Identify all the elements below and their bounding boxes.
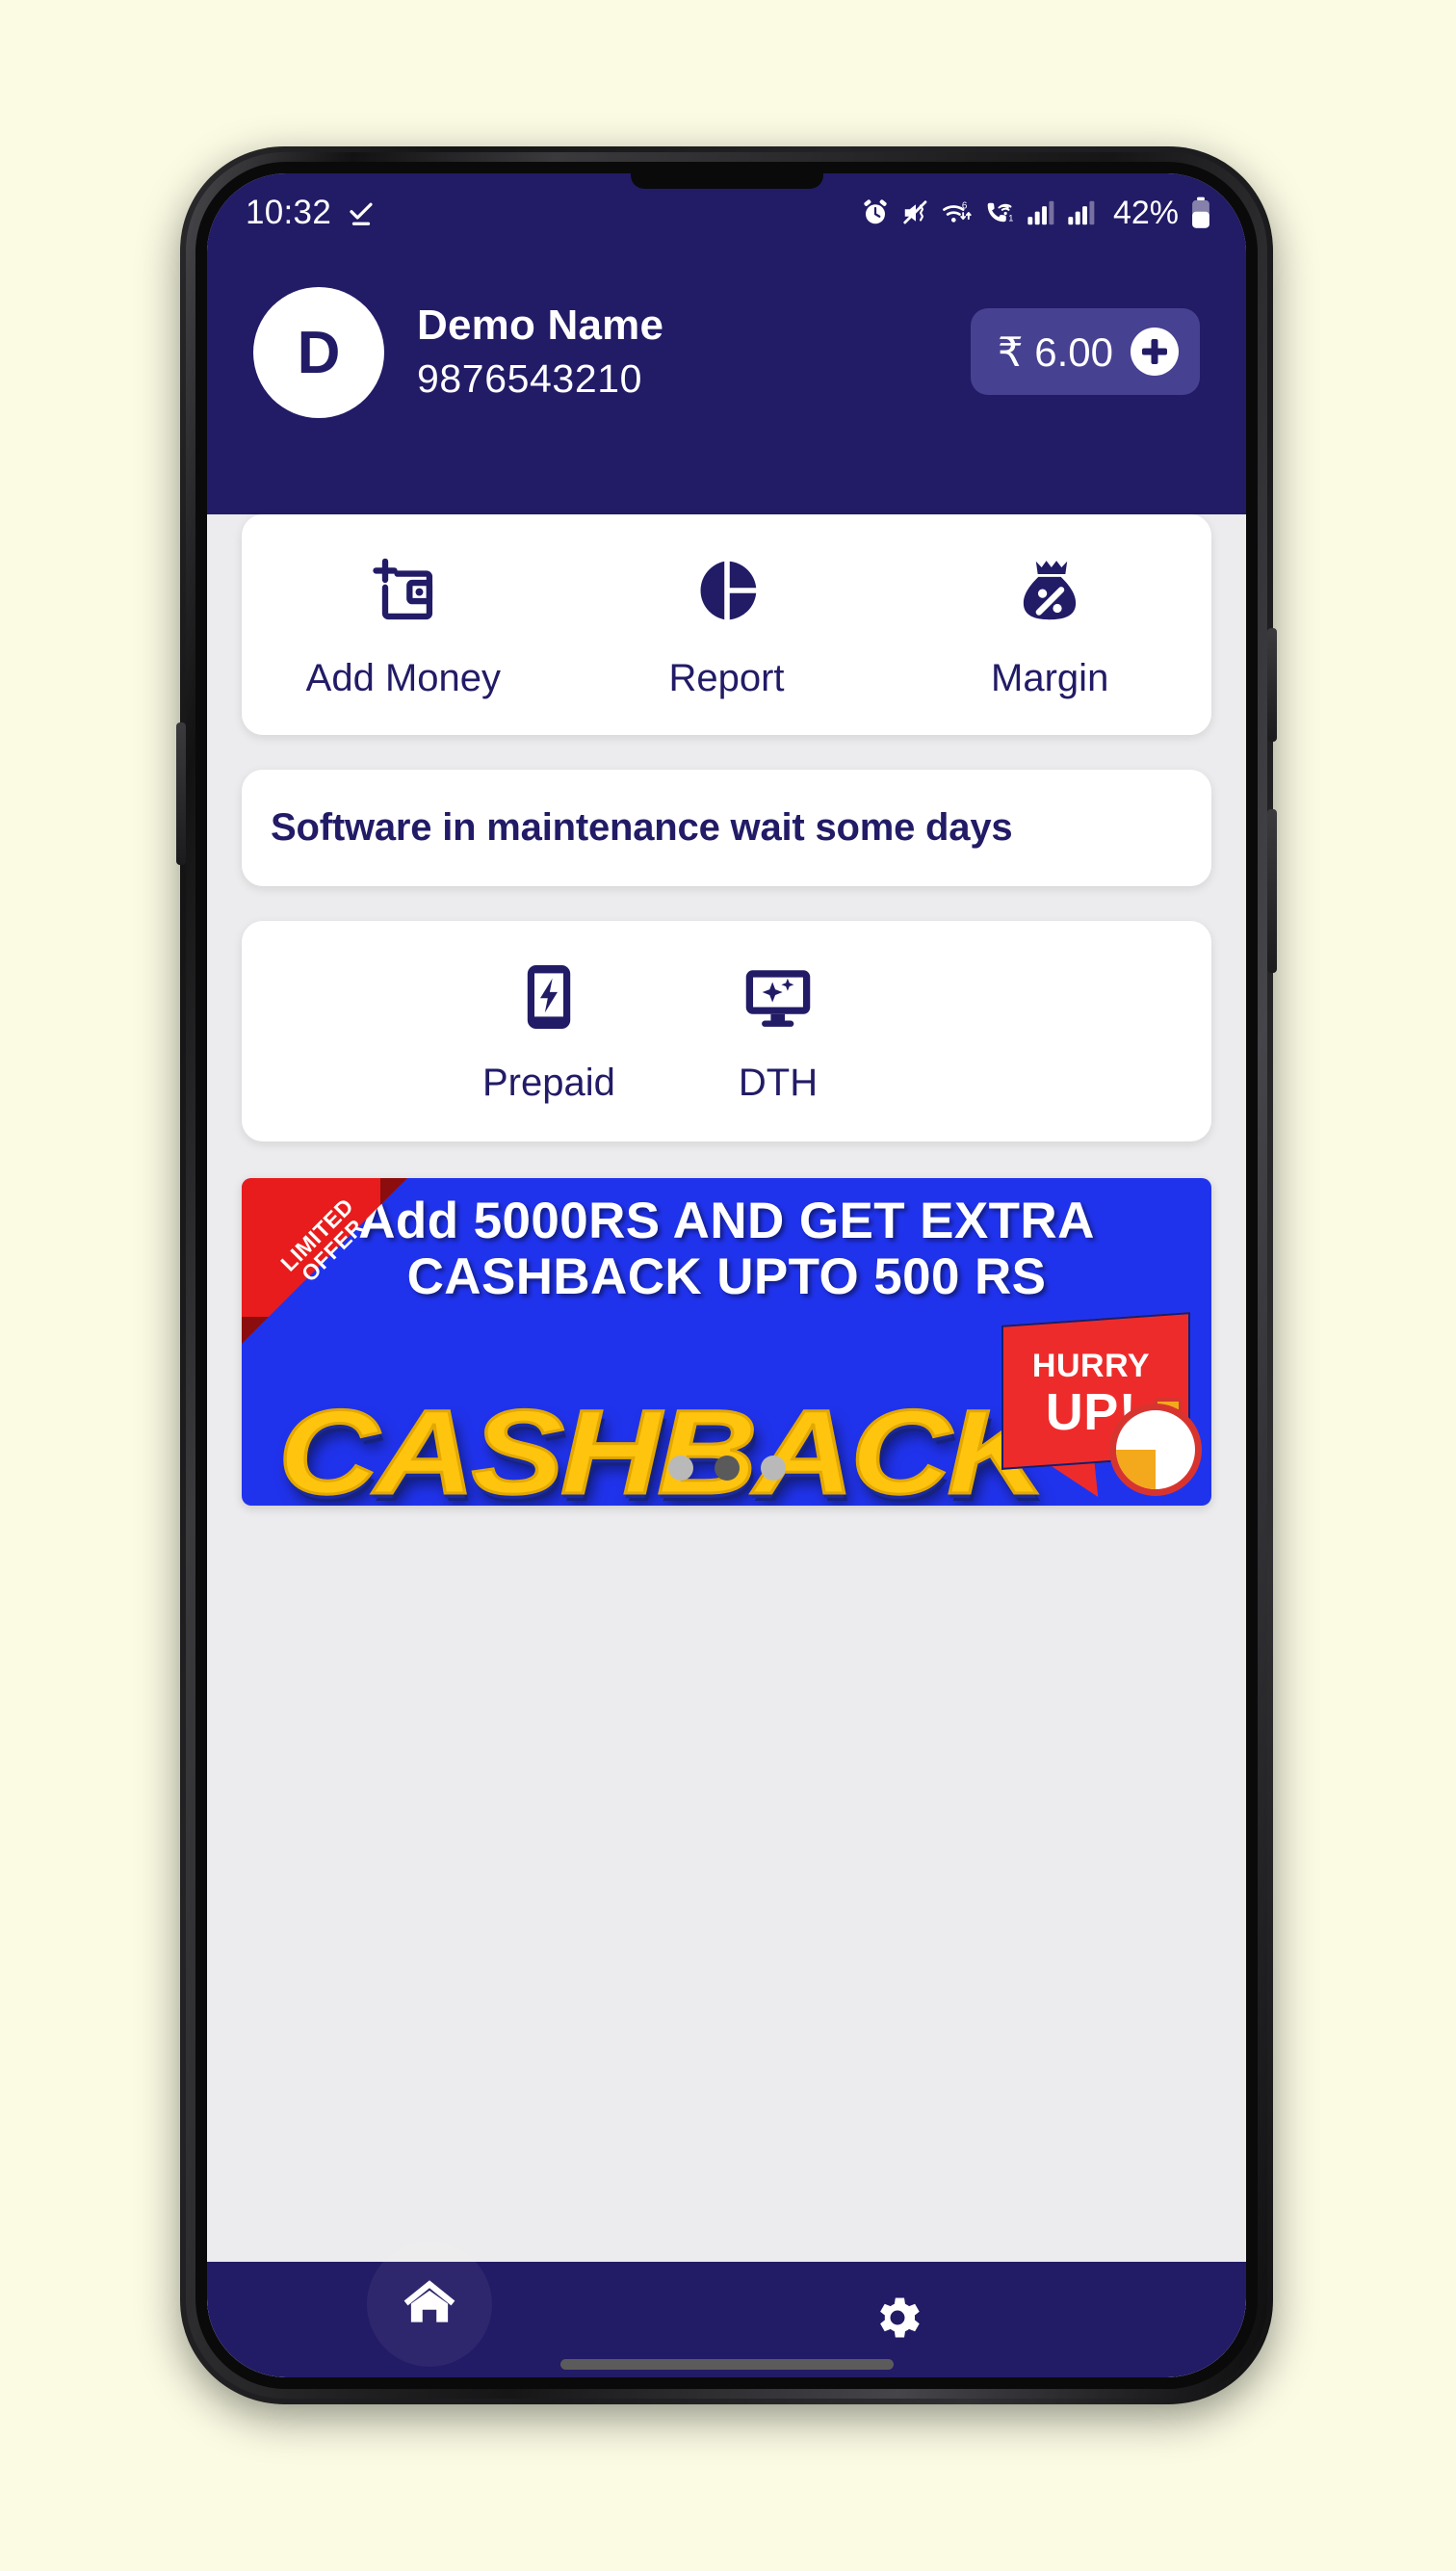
- carousel-dot[interactable]: [760, 1456, 786, 1481]
- quick-action-label: Report: [668, 657, 785, 699]
- signal-bars-sim1-icon: [1027, 199, 1055, 226]
- promo-banner-carousel[interactable]: LIMITED OFFER Add 5000RS AND GET EXTRA C…: [242, 1178, 1211, 1506]
- carousel-dots[interactable]: [667, 1456, 786, 1481]
- service-prepaid[interactable]: Prepaid: [482, 961, 615, 1105]
- carousel-dot-active[interactable]: [714, 1456, 740, 1481]
- volume-button[interactable]: [1267, 809, 1277, 973]
- vowifi-call-icon: 1: [984, 198, 1015, 227]
- ribbon-fold-bottom: [242, 1317, 269, 1344]
- mobile-recharge-icon: [517, 961, 581, 1033]
- signal-bars-sim2-icon: [1067, 199, 1096, 226]
- check-done-icon: [347, 198, 376, 227]
- mute-vibrate-icon: [901, 198, 930, 227]
- gear-icon: [870, 2290, 925, 2350]
- svg-text:6: 6: [962, 201, 968, 212]
- status-bar-clock: 10:32: [246, 194, 332, 231]
- gesture-navigation-bar[interactable]: [559, 2359, 894, 2370]
- svg-text:1: 1: [1008, 214, 1013, 223]
- phone-screen: 10:32 6 1 42% D Demo Name 9876543210 ₹ 6…: [207, 173, 1246, 2377]
- quick-action-add-money[interactable]: Add Money: [242, 553, 565, 700]
- hurry-line-1: HURRY: [1031, 1348, 1151, 1384]
- maintenance-notice-text: Software in maintenance wait some days: [271, 806, 1013, 849]
- camera-notch: [630, 173, 823, 189]
- quick-action-margin[interactable]: Margin: [888, 553, 1211, 700]
- pie-chart-icon: [691, 553, 763, 628]
- services-card: Prepaid DTH: [242, 921, 1211, 1141]
- power-button[interactable]: [1267, 628, 1277, 742]
- money-bag-percent-icon: [1014, 553, 1085, 628]
- status-bar-left: 10:32: [246, 194, 376, 232]
- service-dth[interactable]: DTH: [739, 961, 818, 1105]
- left-side-button[interactable]: [176, 722, 186, 865]
- app-content-area: D Demo Name 9876543210 ₹ 6.00 Add Money …: [207, 252, 1246, 2377]
- service-label: Prepaid: [482, 1062, 615, 1104]
- wifi-6-icon: 6: [942, 198, 973, 227]
- stopwatch-icon: [1109, 1404, 1202, 1496]
- scroll-content: Add Money Report Margin Software in main…: [207, 252, 1246, 1506]
- tv-dth-icon: [741, 961, 816, 1033]
- wallet-plus-icon: [367, 553, 440, 628]
- nav-item-home[interactable]: [367, 2242, 492, 2367]
- status-bar-right: 6 1 42%: [861, 195, 1211, 232]
- alarm-icon: [861, 198, 890, 227]
- quick-action-label: Margin: [991, 657, 1109, 699]
- quick-action-label: Add Money: [305, 657, 501, 699]
- quick-actions-card: Add Money Report Margin: [242, 514, 1211, 735]
- cashback-wordmark: CASHBACK: [276, 1385, 1049, 1507]
- quick-action-report[interactable]: Report: [565, 553, 889, 700]
- battery-percent-label: 42%: [1112, 194, 1179, 231]
- maintenance-notice-card: Software in maintenance wait some days: [242, 770, 1211, 886]
- home-icon: [400, 2272, 459, 2337]
- service-label: DTH: [738, 1062, 819, 1104]
- carousel-dot[interactable]: [667, 1456, 693, 1481]
- battery-icon: [1190, 197, 1211, 229]
- phone-device-frame: 10:32 6 1 42% D Demo Name 9876543210 ₹ 6…: [176, 146, 1277, 2404]
